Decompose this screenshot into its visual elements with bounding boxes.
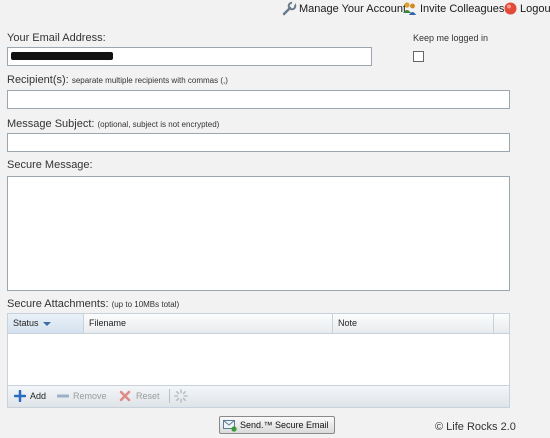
attachments-hint: (up to 10MBs total) (111, 300, 180, 309)
reset-icon (119, 390, 131, 402)
recipients-label-text: Recipient(s): (7, 74, 69, 86)
attachments-label: Secure Attachments: (up to 10MBs total) (7, 298, 179, 310)
message-textarea[interactable] (7, 176, 510, 291)
send-email-icon (223, 420, 237, 432)
attachments-grid: Status Filename Note (7, 313, 510, 386)
send-button-label: Send.™ Secure Email (240, 420, 329, 430)
subject-label: Message Subject: (optional, subject is n… (7, 118, 219, 130)
logout-link[interactable]: Logout (520, 3, 550, 15)
watermark-text: © Life Rocks 2.0 (435, 421, 516, 433)
email-value-redacted (11, 52, 113, 60)
recipients-hint: separate multiple recipients with commas… (71, 76, 228, 85)
recipients-field[interactable] (7, 90, 510, 109)
subject-label-text: Message Subject: (7, 118, 95, 130)
column-filename[interactable]: Filename (83, 314, 332, 333)
add-icon[interactable] (14, 390, 26, 402)
recipients-label: Recipient(s): separate multiple recipien… (7, 74, 228, 86)
email-field[interactable] (7, 47, 372, 66)
column-filename-label: Filename (89, 318, 127, 328)
remove-button[interactable]: Remove (73, 391, 107, 401)
column-note-label: Note (338, 318, 358, 328)
email-label: Your Email Address: (7, 32, 106, 44)
reset-button[interactable]: Reset (136, 391, 160, 401)
remove-icon (57, 394, 69, 398)
manage-account-link[interactable]: Manage Your Account (299, 3, 406, 15)
add-button[interactable]: Add (30, 391, 46, 401)
invite-colleagues-link[interactable]: Invite Colleagues (420, 3, 504, 15)
top-nav: Manage Your Account Invite Colleagues Lo… (0, 0, 550, 19)
keep-logged-in-checkbox[interactable] (413, 51, 424, 62)
sort-arrow-icon (42, 321, 51, 326)
wrench-icon (282, 1, 297, 16)
grid-header: Status Filename Note (8, 314, 509, 334)
colleagues-icon (403, 2, 416, 15)
loading-spinner-icon (174, 389, 188, 403)
toolbar-divider (169, 389, 170, 403)
column-note[interactable]: Note (332, 314, 493, 333)
attachments-label-text: Secure Attachments: (7, 298, 109, 310)
column-status[interactable]: Status (8, 314, 83, 333)
subject-hint: (optional, subject is not encrypted) (97, 120, 220, 129)
column-status-label: Status (13, 318, 39, 328)
subject-field[interactable] (7, 133, 510, 152)
keep-logged-in-label: Keep me logged in (413, 33, 489, 43)
send-secure-email-button[interactable]: Send.™ Secure Email (219, 416, 335, 434)
column-extra (493, 314, 509, 333)
logout-icon (504, 2, 517, 15)
attachments-toolbar: Add Remove Reset (7, 386, 510, 408)
message-label: Secure Message: (7, 159, 93, 171)
